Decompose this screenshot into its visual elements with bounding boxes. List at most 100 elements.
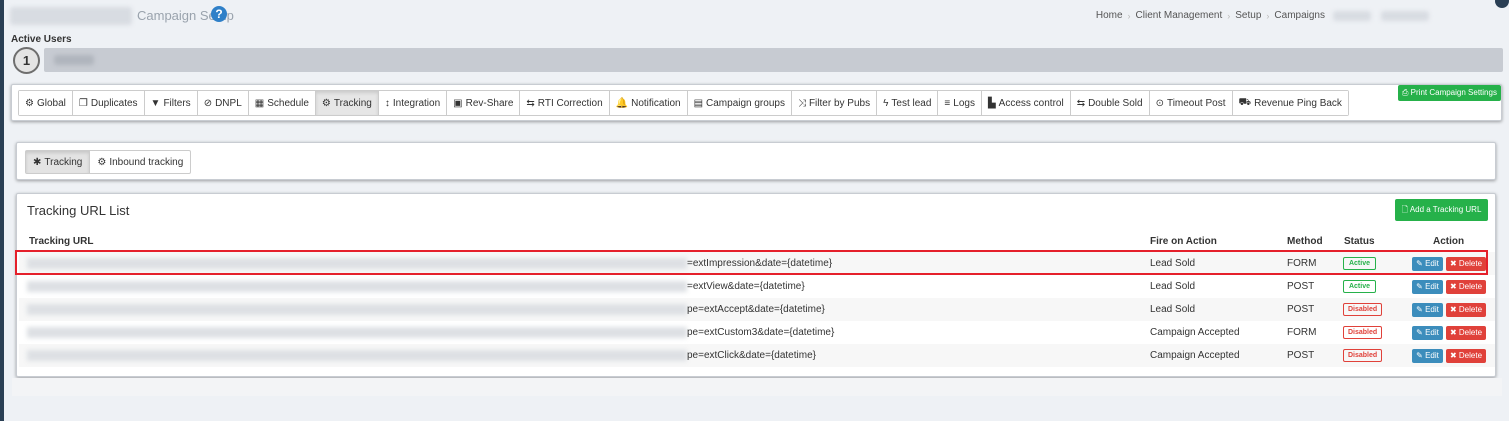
tab-label: Schedule (267, 97, 309, 109)
tab-label: Global (36, 97, 66, 109)
tracking-url-redacted (27, 304, 687, 315)
print-icon: ⎙ (1402, 88, 1411, 97)
campaign-groups-icon: ▤ (693, 97, 704, 109)
tab-duplicates[interactable]: ❐ Duplicates (72, 91, 145, 115)
tracking-url: =extView&date={datetime} (687, 281, 805, 292)
header-status: Status (1344, 236, 1375, 247)
revenue-ping-back-icon: ⛟ (1238, 96, 1252, 108)
close-icon: ✖ (1449, 305, 1459, 314)
edit-icon: ✎ (1416, 328, 1426, 337)
double-sold-icon: ⇆ (1076, 97, 1086, 109)
tab-rti-correction[interactable]: ⇆ RTI Correction (520, 91, 610, 115)
tab-tracking[interactable]: ⚙ Tracking (315, 91, 379, 115)
tab-label: Notification (631, 97, 681, 109)
logs-icon: ≡ (944, 97, 951, 109)
close-icon: ✖ (1449, 259, 1459, 268)
edit-button[interactable]: ✎ Edit (1412, 349, 1443, 363)
fire-on-action: Lead Sold (1150, 258, 1196, 269)
tab-rev-share[interactable]: ▣ Rev-Share (447, 91, 521, 115)
header-fire-on-action: Fire on Action (1150, 236, 1217, 247)
edit-label: Edit (1425, 351, 1439, 360)
integration-icon: ↕ (384, 97, 390, 109)
tab-dnpl[interactable]: ⊘ DNPL (197, 91, 249, 115)
print-campaign-settings-button[interactable]: ⎙ Print Campaign Settings (1398, 85, 1501, 101)
status-badge: Disabled (1343, 303, 1382, 316)
tab-global[interactable]: ⚙ Global (19, 91, 73, 115)
edit-icon: ✎ (1416, 282, 1426, 291)
table-header: Tracking URL Fire on Action Method Statu… (17, 236, 1495, 250)
test-lead-icon: ϟ (883, 97, 889, 109)
tracking-url-redacted (27, 350, 687, 361)
add-tracking-url-button[interactable]: 🗋 Add a Tracking URL (1395, 199, 1488, 221)
notification-icon: 🔔 (615, 97, 629, 109)
delete-label: Delete (1458, 351, 1483, 360)
delete-button[interactable]: ✖ Delete (1446, 280, 1486, 294)
tab-integration[interactable]: ↕ Integration (378, 91, 448, 115)
tracking-subtabs: ✱ Tracking ⚙ Inbound tracking (25, 150, 192, 174)
tracking-url-redacted (27, 258, 687, 269)
delete-button[interactable]: ✖ Delete (1446, 326, 1486, 340)
fire-on-action: Campaign Accepted (1150, 327, 1240, 338)
status-badge: Active (1343, 257, 1376, 270)
tab-revenue-ping-back[interactable]: ⛟ Revenue Ping Back (1232, 91, 1348, 115)
footer-area (12, 378, 1502, 396)
tab-label: Duplicates (90, 97, 138, 109)
edit-button[interactable]: ✎ Edit (1412, 280, 1443, 294)
tab-label: Filters (163, 97, 191, 109)
tab-label: Logs (953, 97, 975, 109)
table-row: pe=extAccept&date={datetime} Lead Sold POS… (19, 298, 1495, 321)
edit-button[interactable]: ✎ Edit (1412, 326, 1443, 340)
breadcrumb-setup[interactable]: Setup (1235, 10, 1261, 21)
close-icon: ✖ (1449, 328, 1459, 337)
breadcrumb-client-management[interactable]: Client Management (1136, 10, 1223, 21)
tracking-icon: ✱ (33, 156, 42, 168)
tab-filters[interactable]: ▼ Filters (144, 91, 198, 115)
delete-button[interactable]: ✖ Delete (1446, 303, 1486, 317)
tab-label: Timeout Post (1166, 97, 1226, 109)
tab-timeout-post[interactable]: ⊙ Timeout Post (1149, 91, 1233, 115)
tab-schedule[interactable]: ▦ Schedule (248, 91, 316, 115)
status-badge: Disabled (1343, 326, 1382, 339)
edit-label: Edit (1425, 259, 1439, 268)
subtab-label: Tracking (44, 156, 83, 168)
edit-button[interactable]: ✎ Edit (1412, 303, 1443, 317)
table-row: =extView&date={datetime} Lead Sold POST Act… (19, 275, 1495, 298)
tab-filter-by-pubs[interactable]: ⤨ Filter by Pubs (791, 91, 878, 115)
tab-test-lead[interactable]: ϟ Test lead (877, 91, 939, 115)
tracking-url: =extImpression&date={datetime} (687, 258, 833, 269)
edit-icon: ✎ (1416, 259, 1426, 268)
tab-label: Double Sold (1088, 97, 1143, 109)
delete-button[interactable]: ✖ Delete (1446, 257, 1486, 271)
tab-campaign-groups[interactable]: ▤ Campaign groups (687, 91, 792, 115)
active-users-bar (44, 48, 1503, 72)
rti-correction-icon: ⇆ (526, 97, 535, 109)
breadcrumb-campaigns[interactable]: Campaigns (1274, 10, 1325, 21)
breadcrumb-home[interactable]: Home (1096, 10, 1123, 21)
chevron-right-icon: › (1227, 10, 1231, 21)
access-control-icon: ▙ (987, 97, 996, 109)
subtab-tracking[interactable]: ✱ Tracking (26, 151, 91, 173)
campaign-tabs: ⚙ Global ❐ Duplicates ▼ Filters ⊘ DNPL ▦ Schedule… (18, 90, 1349, 116)
breadcrumb: Home › Client Management › Setup › Campa… (1096, 10, 1429, 21)
header-action: Action (1433, 236, 1465, 247)
brand-logo (10, 7, 132, 25)
edit-button[interactable]: ✎ Edit (1412, 257, 1443, 271)
tab-label: Revenue Ping Back (1254, 97, 1342, 109)
header-tracking-url: Tracking URL (29, 236, 94, 247)
tab-double-sold[interactable]: ⇆ Double Sold (1070, 91, 1150, 115)
delete-label: Delete (1458, 282, 1483, 291)
tab-notification[interactable]: 🔔 Notification (609, 91, 688, 115)
method: FORM (1287, 327, 1317, 338)
active-user-name (54, 55, 94, 65)
close-icon: ✖ (1449, 351, 1459, 360)
tab-access-control[interactable]: ▙ Access control (981, 91, 1071, 115)
subtab-inbound-tracking[interactable]: ⚙ Inbound tracking (90, 151, 190, 173)
tab-logs[interactable]: ≡ Logs (938, 91, 982, 115)
rev-share-icon: ▣ (453, 97, 463, 109)
global-icon: ⚙ (25, 97, 34, 109)
question-circle-icon[interactable]: ? (211, 6, 227, 22)
delete-button[interactable]: ✖ Delete (1446, 349, 1486, 363)
close-icon: ✖ (1449, 282, 1459, 291)
avatar[interactable] (1495, 0, 1509, 8)
active-user-count: 1 (13, 47, 40, 74)
